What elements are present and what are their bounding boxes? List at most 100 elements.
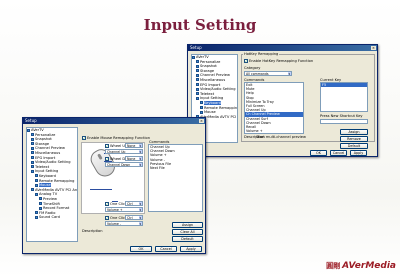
tree-item-label: Input Setting xyxy=(35,169,59,174)
cancel-button[interactable]: Cancel xyxy=(330,150,347,156)
folder-icon xyxy=(31,137,34,141)
slide-title: Input Setting xyxy=(143,16,257,34)
commands-list[interactable]: Channel Up Channel Down Volume + Volume - Pr… xyxy=(148,144,203,212)
folder-icon xyxy=(35,179,38,183)
commands-list[interactable]: Exit Mute Help Stop Minimize To Tray Full Scr… xyxy=(244,82,304,134)
one-click-2-action-dropdown[interactable]: Volume - xyxy=(105,221,143,226)
folder-icon xyxy=(31,151,34,155)
tree-item[interactable]: Sound Card xyxy=(27,215,77,220)
tree-item-label: Mouse xyxy=(204,110,216,115)
tree-item-label: Analog TV xyxy=(39,192,58,197)
apply-button[interactable]: Apply xyxy=(180,246,202,252)
folder-icon xyxy=(196,83,199,87)
tree-item-label: Record Format xyxy=(43,206,70,211)
tree-item-label: Storage xyxy=(200,68,215,73)
tree-item-label: Video/Audio Setting xyxy=(35,160,71,165)
one-click-modifier-dropdown[interactable]: Ctrl xyxy=(125,201,143,206)
ok-button[interactable]: OK xyxy=(310,150,327,156)
folder-icon xyxy=(196,78,199,82)
title-bar[interactable]: Setup × xyxy=(188,45,377,51)
tree-item-label: Remote Remapping xyxy=(204,105,238,110)
enable-hotkey-checkbox[interactable]: ✓ xyxy=(244,59,248,63)
tree-item-label: Mouse xyxy=(39,183,51,188)
folder-icon xyxy=(39,206,42,210)
apply-button[interactable]: Apply xyxy=(350,150,367,156)
folder-icon xyxy=(31,133,34,137)
tree-item-label: Remote Remapping xyxy=(39,178,75,183)
list-item[interactable]: Volume - xyxy=(245,133,303,134)
logo-brand: AVerMedia xyxy=(342,261,396,271)
tree-item-label: Teletext xyxy=(200,91,215,96)
wheel-up-modifier-dropdown[interactable]: None xyxy=(125,143,143,148)
tree-item-label: AVerTV xyxy=(31,128,44,132)
folder-icon xyxy=(200,106,203,110)
remove-button[interactable]: Remove xyxy=(340,136,368,142)
folder-icon xyxy=(196,87,199,91)
folder-icon xyxy=(31,165,34,169)
enable-hotkey-label: Enable HotKey Remapping Function xyxy=(249,58,314,63)
folder-icon xyxy=(196,96,199,100)
tree-item-label: Keyboard xyxy=(204,100,221,105)
folder-icon xyxy=(192,55,195,59)
wheel-down-action-dropdown[interactable]: Channel Down xyxy=(105,162,143,167)
default-button[interactable]: Default xyxy=(340,143,368,149)
tree-item-label: Personalize xyxy=(35,132,56,137)
tree-item-label: TimeShift xyxy=(43,201,60,206)
folder-icon xyxy=(35,215,38,219)
folder-icon xyxy=(31,142,34,146)
assign-button[interactable]: Assign xyxy=(340,129,368,135)
tree-item-label: FM Radio xyxy=(39,210,56,215)
tree-item-label: Preview xyxy=(43,196,57,201)
current-key-list[interactable]: F5 xyxy=(320,82,368,112)
folder-icon xyxy=(31,188,34,192)
tree-item-label: EPG Import xyxy=(200,82,221,87)
folder-icon xyxy=(35,174,38,178)
folder-icon xyxy=(35,211,38,215)
folder-icon xyxy=(196,69,199,73)
mouse-wheel-icon xyxy=(97,153,103,161)
tree-item-label: Teletext xyxy=(35,164,50,169)
tree-item-label: Miscellaneous xyxy=(35,150,61,155)
one-click-action-dropdown[interactable]: Volume + xyxy=(105,207,143,212)
folder-icon xyxy=(35,192,38,196)
title-bar[interactable]: Setup × xyxy=(23,118,205,124)
shortcut-input[interactable] xyxy=(320,119,368,124)
tree-item-label: Keyboard xyxy=(39,173,56,178)
list-item[interactable]: Next File xyxy=(149,166,202,170)
folder-icon xyxy=(31,156,34,160)
tree-item-label: Storage xyxy=(35,141,50,146)
enable-mouse-label: Enable Mouse Remapping Function xyxy=(87,135,150,140)
one-click-2-modifier-dropdown[interactable]: Ctrl xyxy=(125,215,143,220)
tree-item-label: Channel Preview xyxy=(35,146,65,151)
window-title: Setup xyxy=(25,118,37,123)
wheel-down-checkbox[interactable]: ✓ xyxy=(105,157,109,161)
settings-tree[interactable]: AVerTV Personalize Snapshot Storage Channel … xyxy=(26,127,78,242)
default-button[interactable]: Default xyxy=(172,236,203,242)
wheel-down-modifier-dropdown[interactable]: None xyxy=(125,156,143,161)
category-dropdown[interactable]: All commands xyxy=(244,71,292,76)
one-click-checkbox[interactable]: ✓ xyxy=(105,202,109,206)
description-label: Description xyxy=(82,229,103,233)
current-key-item[interactable]: F5 xyxy=(321,83,367,88)
tree-item-label: AVerMedia AVTV PCI Analog xyxy=(35,187,78,192)
enable-mouse-checkbox[interactable]: ✓ xyxy=(82,136,86,140)
folder-icon xyxy=(35,183,38,187)
one-click-2-checkbox[interactable]: ✓ xyxy=(105,216,109,220)
close-icon[interactable]: × xyxy=(371,46,376,50)
setup-window-mouse: Setup × AVerTV Personalize Snapshot Storage C… xyxy=(22,117,206,254)
tree-item-label: Sound Card xyxy=(39,215,60,220)
tree-item-label: AVerTV xyxy=(196,55,209,59)
clear-all-button[interactable]: Clear All xyxy=(172,229,203,235)
assign-button[interactable]: Assign xyxy=(172,222,203,228)
cancel-button[interactable]: Cancel xyxy=(155,246,177,252)
folder-icon xyxy=(200,110,203,114)
folder-icon xyxy=(31,160,34,164)
wheel-up-action-dropdown[interactable]: Channel Up xyxy=(105,149,143,154)
wheel-up-checkbox[interactable]: ✓ xyxy=(105,144,109,148)
folder-icon xyxy=(39,202,42,205)
window-title: Setup xyxy=(190,45,202,50)
close-icon[interactable]: × xyxy=(199,119,204,123)
tree-item-label: EPG Import xyxy=(35,155,56,160)
description-text: Start multi-channel preview xyxy=(256,135,306,139)
ok-button[interactable]: OK xyxy=(130,246,152,252)
